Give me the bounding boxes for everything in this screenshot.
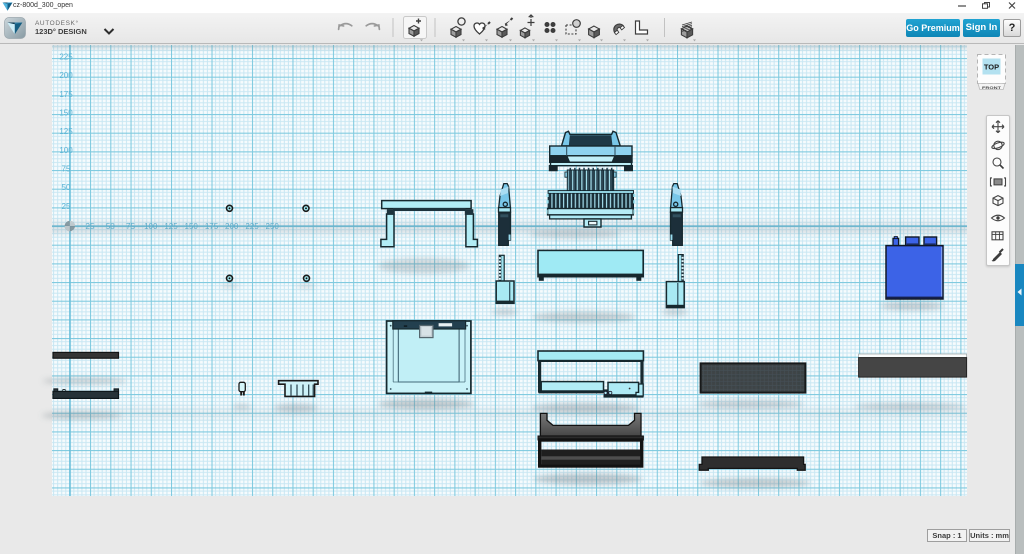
svg-text:200: 200 — [59, 71, 73, 80]
svg-text:TOP: TOP — [984, 63, 999, 72]
svg-text:50: 50 — [62, 183, 71, 192]
svg-text:75: 75 — [62, 165, 71, 174]
svg-text:FRONT: FRONT — [982, 86, 1001, 91]
svg-text:225: 225 — [59, 53, 73, 62]
svg-text:125: 125 — [59, 127, 73, 136]
svg-text:175: 175 — [59, 90, 73, 99]
svg-text:25: 25 — [62, 202, 71, 211]
svg-text:100: 100 — [59, 146, 73, 155]
svg-text:150: 150 — [59, 109, 73, 118]
